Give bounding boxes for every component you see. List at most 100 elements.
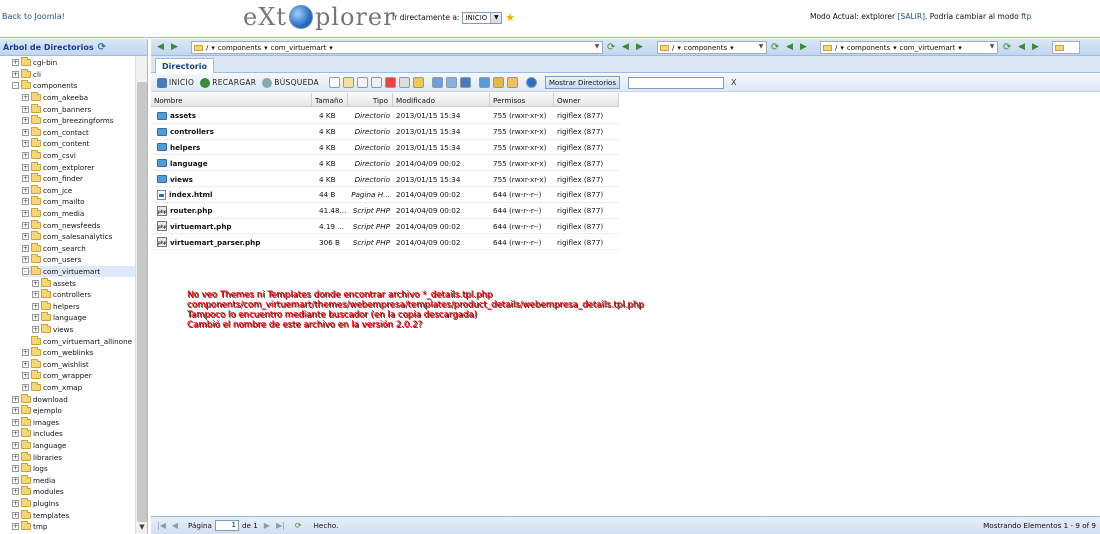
scroll-down-icon[interactable]: ▼ xyxy=(137,523,147,533)
tree-node[interactable]: + com_wrapper xyxy=(22,370,92,382)
copy-icon[interactable] xyxy=(356,77,368,88)
file-row[interactable]: views 4 KB Directorio 2013/01/15 15:34 755 (… xyxy=(151,171,619,187)
chevron-down-icon[interactable]: ▼ xyxy=(593,43,601,52)
prev-page-icon[interactable]: ◀ xyxy=(172,521,178,530)
refresh-icon[interactable]: ⟳ xyxy=(607,42,615,53)
expand-icon[interactable]: + xyxy=(12,523,19,531)
file-row[interactable]: controllers 4 KB Directorio 2013/01/15 15:3… xyxy=(151,124,619,140)
column-header-permissions[interactable]: Permisos xyxy=(490,93,554,107)
collapse-icon[interactable]: - xyxy=(12,82,19,90)
expand-icon[interactable]: + xyxy=(22,105,29,113)
tree-node[interactable]: + com_mailto xyxy=(22,196,85,208)
expand-icon[interactable]: + xyxy=(12,70,19,78)
tree-node[interactable]: + modules xyxy=(12,486,64,498)
path-box-3[interactable]: / ▾ components ▾ com_virtuemart ▾ ▼ xyxy=(820,41,998,54)
expand-icon[interactable]: + xyxy=(32,326,39,334)
path-seg[interactable]: / xyxy=(835,44,837,52)
expand-icon[interactable]: + xyxy=(12,488,19,496)
path-box-1[interactable]: / ▾ components ▾ com_virtuemart ▾ ▼ xyxy=(191,41,603,54)
column-header-modified[interactable]: Modificado xyxy=(393,93,490,107)
tree-node[interactable]: + com_newsfeeds xyxy=(22,219,100,231)
tree-node[interactable]: + com_xmap xyxy=(22,382,82,394)
tree-node[interactable]: + ejemplo xyxy=(12,405,62,417)
expand-icon[interactable]: + xyxy=(22,152,29,160)
forward-arrow-icon[interactable]: ▶ xyxy=(171,42,178,52)
expand-icon[interactable]: + xyxy=(22,210,29,218)
tree-node[interactable]: + com_users xyxy=(22,254,81,266)
last-page-icon[interactable]: ▶| xyxy=(276,521,285,530)
expand-icon[interactable]: + xyxy=(22,128,29,136)
first-page-icon[interactable]: |◀ xyxy=(157,521,166,530)
goto-select[interactable]: INICIO ▼ xyxy=(462,11,503,24)
upload-icon[interactable] xyxy=(478,77,490,88)
forward-arrow-icon[interactable]: ▶ xyxy=(1032,42,1039,52)
back-to-joomla-link[interactable]: Back to Joomla! xyxy=(2,12,65,21)
forward-arrow-icon[interactable]: ▶ xyxy=(800,42,807,52)
back-arrow-icon[interactable]: ◀ xyxy=(157,42,164,52)
clear-filter-button[interactable]: X xyxy=(731,78,736,87)
tree-node[interactable]: + com_breezingforms xyxy=(22,115,114,127)
tree-node[interactable]: + com_finder xyxy=(22,173,83,185)
tree-node[interactable]: + com_search xyxy=(22,242,86,255)
tree-node[interactable]: + media xyxy=(12,474,55,487)
expand-icon[interactable]: + xyxy=(32,291,39,299)
expand-icon[interactable]: + xyxy=(22,360,29,368)
expand-icon[interactable]: + xyxy=(32,314,39,322)
back-arrow-icon[interactable]: ◀ xyxy=(786,42,793,52)
logout-link[interactable]: [SALIR] xyxy=(898,12,925,21)
tree-node[interactable]: + language xyxy=(12,440,66,452)
expand-icon[interactable]: + xyxy=(22,256,29,264)
tree-node[interactable]: + download xyxy=(12,393,68,405)
tree-node[interactable]: + helpers xyxy=(32,300,80,313)
tree-node[interactable]: + assets xyxy=(32,277,76,289)
tree-node[interactable]: + com_salesanalytics xyxy=(22,231,112,243)
tree-node[interactable]: + controllers xyxy=(32,289,91,301)
back-arrow-icon[interactable]: ◀ xyxy=(1018,42,1025,52)
expand-icon[interactable]: + xyxy=(12,395,19,403)
expand-icon[interactable]: + xyxy=(22,384,29,392)
extract-icon[interactable] xyxy=(506,77,518,88)
expand-icon[interactable]: + xyxy=(22,186,29,194)
refresh-icon[interactable]: ⟳ xyxy=(98,42,106,53)
file-row[interactable]: assets 4 KB Directorio 2013/01/15 15:34 755 … xyxy=(151,108,619,124)
path-seg[interactable]: / xyxy=(672,44,674,52)
edit-icon[interactable] xyxy=(342,77,354,88)
path-box-4[interactable] xyxy=(1052,41,1080,54)
tree-node[interactable]: + plugins xyxy=(12,498,59,510)
ftp-mode-link[interactable]: ftp xyxy=(1021,12,1031,21)
tree-node[interactable]: + com_weblinks xyxy=(22,347,93,359)
scrollbar-thumb[interactable] xyxy=(137,82,147,522)
file-row[interactable]: language 4 KB Directorio 2014/04/09 00:02 75… xyxy=(151,155,619,172)
tree-node[interactable]: + includes xyxy=(12,428,63,440)
file-row[interactable]: helpers 4 KB Directorio 2013/01/15 15:34 755… xyxy=(151,140,619,156)
chevron-down-icon[interactable]: ▼ xyxy=(757,43,765,52)
archive-icon[interactable] xyxy=(492,77,504,88)
home-button[interactable]: INICIO xyxy=(157,77,194,88)
tree-node[interactable]: + com_media xyxy=(22,208,84,220)
file-row[interactable]: php virtuemart_parser.php 306 B Script PHP 2… xyxy=(151,234,619,251)
refresh-icon[interactable]: ⟳ xyxy=(295,521,302,530)
expand-icon[interactable]: + xyxy=(22,163,29,171)
expand-icon[interactable]: + xyxy=(22,94,29,102)
tree-node[interactable]: + libraries xyxy=(12,451,62,463)
delete-icon[interactable] xyxy=(384,77,396,88)
diff-icon[interactable] xyxy=(445,77,457,88)
file-row[interactable]: index.html 44 B Pagina H... 2014/04/09 00:0… xyxy=(151,187,619,203)
filter-input[interactable] xyxy=(627,76,724,89)
expand-icon[interactable]: + xyxy=(22,349,29,357)
tree-node[interactable]: + views xyxy=(32,324,73,336)
path-seg[interactable]: / xyxy=(206,44,208,52)
show-directories-button[interactable]: Mostrar Directorios xyxy=(544,76,620,89)
expand-icon[interactable]: + xyxy=(22,221,29,229)
tree-node[interactable]: + templates xyxy=(12,509,69,521)
expand-icon[interactable]: + xyxy=(12,407,19,415)
column-header-size[interactable]: Tamaño xyxy=(312,93,348,107)
expand-icon[interactable]: + xyxy=(32,302,39,310)
expand-icon[interactable]: + xyxy=(12,59,19,67)
tree-node[interactable]: + com_jce xyxy=(22,184,72,197)
expand-icon[interactable]: + xyxy=(22,244,29,252)
tree-node[interactable]: + images xyxy=(12,416,59,429)
tree-node[interactable]: com_virtuemart_allinone xyxy=(22,335,132,347)
tree-node[interactable]: + com_banners xyxy=(22,103,91,115)
tree-node[interactable]: + cli xyxy=(12,68,41,81)
